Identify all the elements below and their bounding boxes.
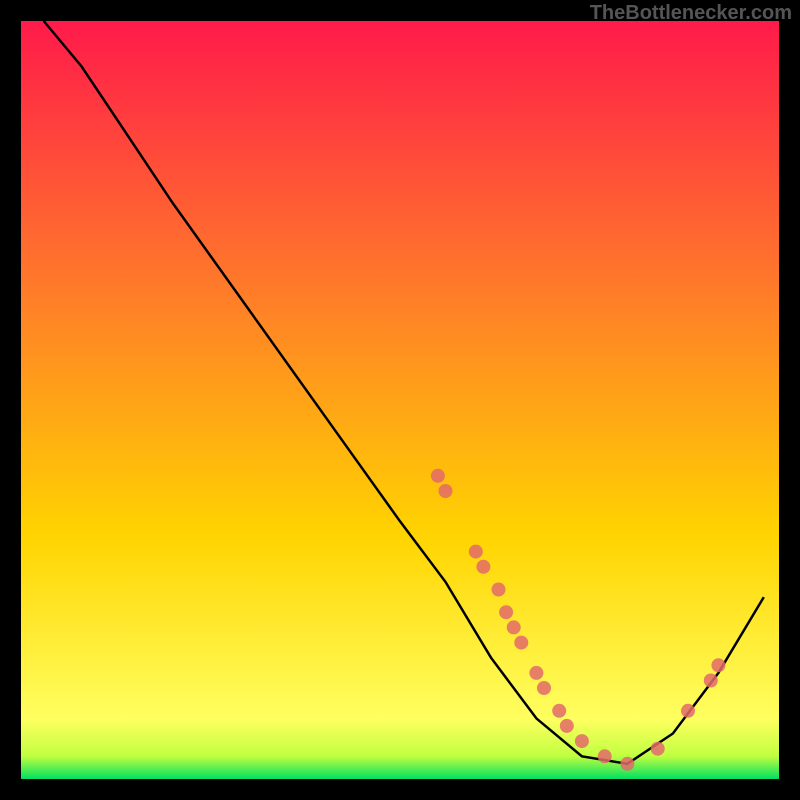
data-marker [575, 734, 589, 748]
data-marker [514, 636, 528, 650]
data-marker [476, 560, 490, 574]
data-marker [651, 742, 665, 756]
data-marker [529, 666, 543, 680]
data-marker [469, 545, 483, 559]
bottleneck-chart: TheBottlenecker.com [0, 0, 800, 800]
data-marker [681, 704, 695, 718]
data-marker [711, 658, 725, 672]
data-marker [704, 674, 718, 688]
data-marker [439, 484, 453, 498]
data-marker [560, 719, 574, 733]
watermark-text: TheBottlenecker.com [590, 2, 792, 25]
chart-background [21, 21, 779, 779]
chart-canvas [0, 0, 800, 800]
data-marker [507, 620, 521, 634]
data-marker [552, 704, 566, 718]
data-marker [499, 605, 513, 619]
data-marker [537, 681, 551, 695]
data-marker [431, 469, 445, 483]
data-marker [492, 583, 506, 597]
data-marker [598, 749, 612, 763]
data-marker [620, 757, 634, 771]
